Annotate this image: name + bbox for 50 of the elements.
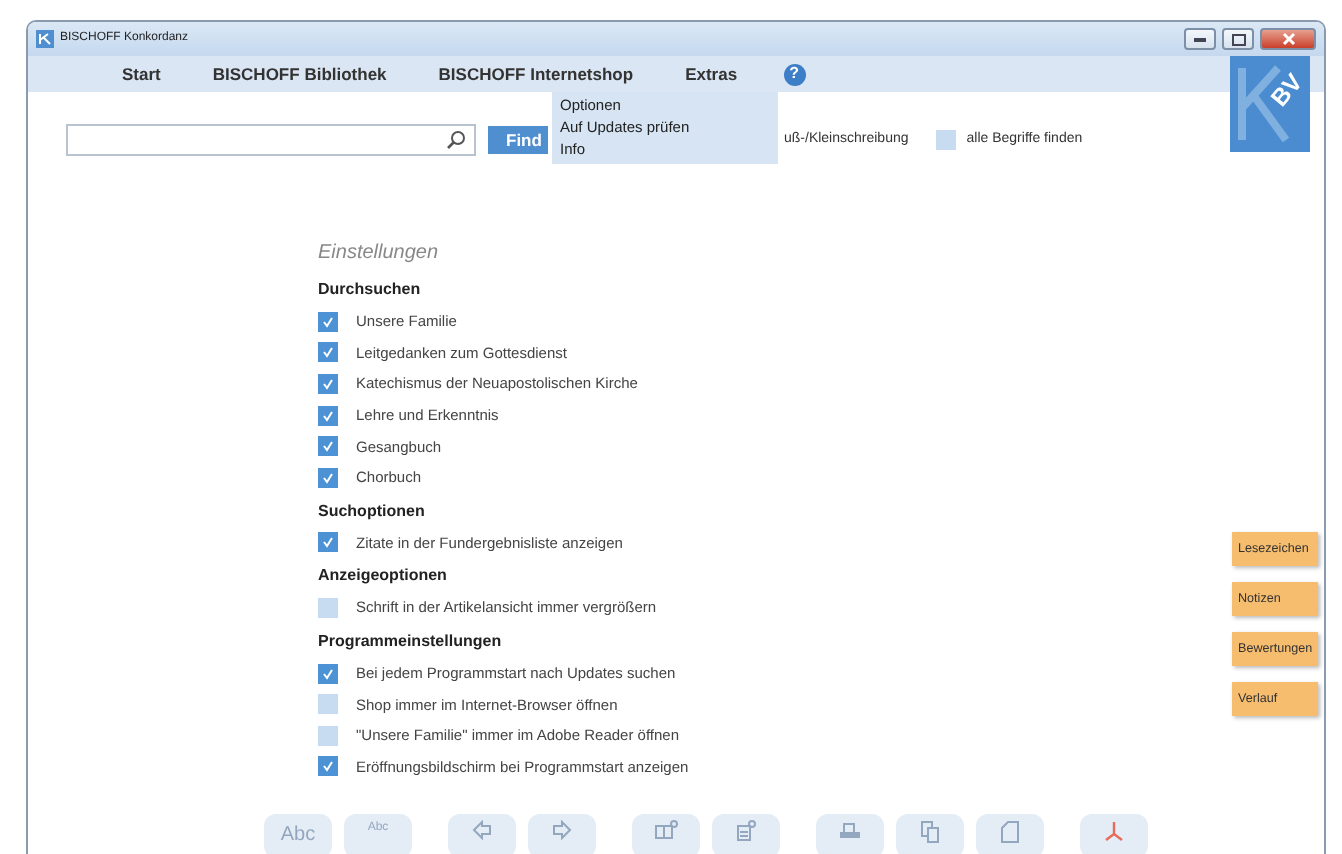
toolbar-button[interactable] [528, 814, 596, 854]
toolbar-button[interactable] [1080, 814, 1148, 854]
section-heading: Anzeigeoptionen [318, 564, 447, 589]
checkbox[interactable] [318, 436, 338, 457]
checkbox[interactable] [318, 467, 338, 488]
section-title: Einstellungen [318, 240, 439, 268]
note-plus-icon [734, 820, 758, 844]
document-icon [998, 820, 1022, 844]
toolbar-button[interactable] [816, 814, 884, 854]
section-heading: Suchoptionen [318, 499, 425, 524]
close-button[interactable] [1260, 28, 1316, 50]
maximize-icon [1231, 33, 1245, 45]
checkbox[interactable] [318, 597, 338, 618]
checkbox[interactable] [318, 373, 338, 394]
arrow-left-icon [470, 820, 494, 844]
menu-item[interactable]: Extras [659, 57, 764, 91]
arrow-right-icon [550, 820, 574, 844]
checkbox[interactable] [936, 130, 957, 150]
section-heading: Durchsuchen [318, 278, 421, 302]
help-button[interactable]: ? [783, 63, 806, 85]
toolbar-button[interactable] [448, 814, 516, 854]
search-field[interactable] [66, 124, 476, 156]
app-icon [36, 30, 54, 48]
maximize-button[interactable] [1222, 28, 1254, 50]
printer-icon [838, 820, 862, 844]
section-heading: Programmeinstellungen [318, 629, 502, 654]
checkbox[interactable] [318, 311, 338, 332]
checkbox[interactable] [318, 725, 338, 746]
logo-icon [1230, 56, 1310, 152]
search-icon [446, 130, 466, 150]
minimize-icon [1194, 36, 1206, 42]
toolbar-button[interactable] [976, 814, 1044, 854]
menu-item[interactable]: Start [96, 57, 187, 91]
logo-text: BV [1267, 69, 1308, 111]
checkbox[interactable] [318, 532, 338, 553]
book-plus-icon [654, 820, 678, 844]
checkbox[interactable] [318, 756, 338, 777]
menu-item[interactable]: BISCHOFF Internetshop [412, 57, 660, 91]
toolbar-button[interactable] [896, 814, 964, 854]
checkbox[interactable] [318, 405, 338, 426]
pdf-icon [1102, 820, 1126, 844]
close-icon [1281, 32, 1295, 46]
checkbox[interactable] [318, 694, 338, 715]
checkbox[interactable] [318, 342, 338, 363]
checkbox[interactable] [318, 663, 338, 684]
menu-item[interactable]: BISCHOFF Bibliothek [186, 57, 413, 91]
toolbar-button[interactable] [632, 814, 700, 854]
toolbar-button[interactable] [712, 814, 780, 854]
minimize-button[interactable] [1184, 28, 1216, 50]
copy-icon [918, 820, 942, 844]
